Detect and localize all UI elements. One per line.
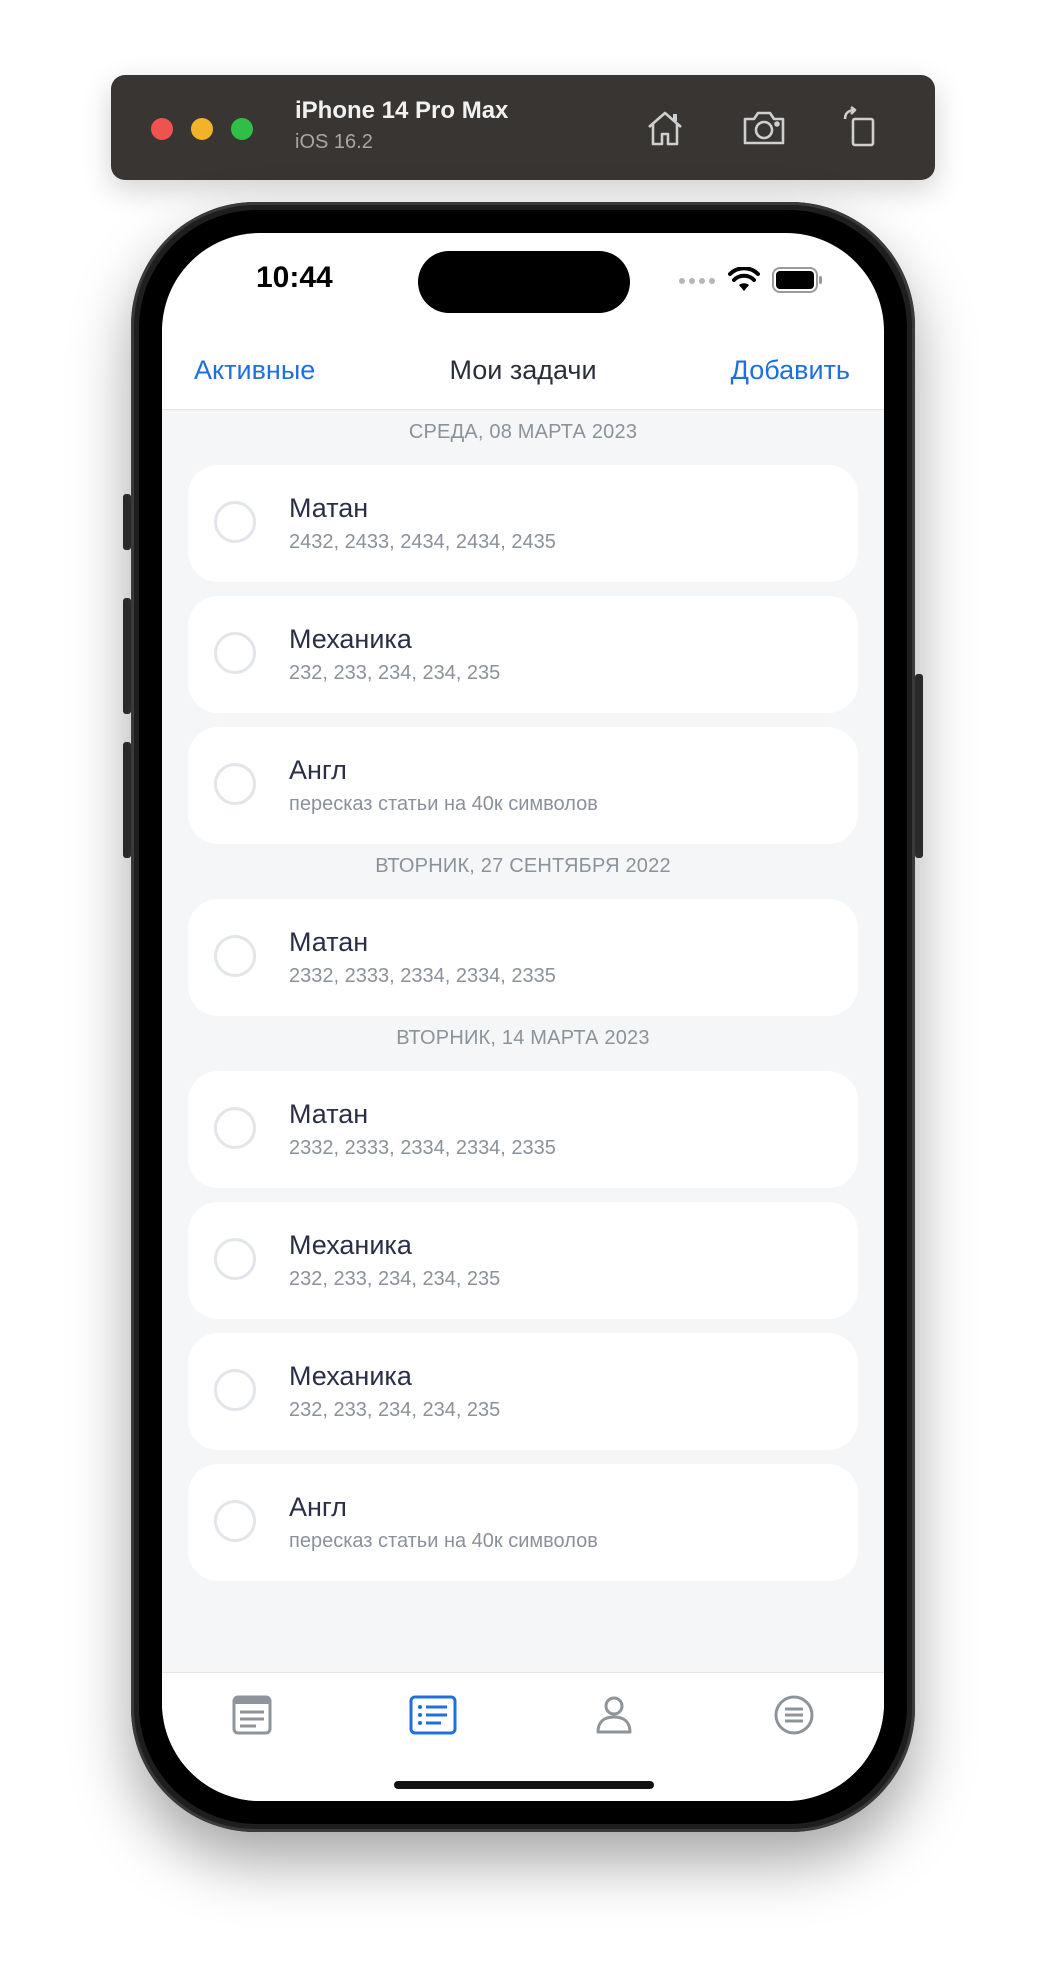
task-card[interactable]: Англ пересказ статьи на 40к символов — [188, 727, 858, 844]
dynamic-island — [418, 251, 630, 313]
screenshot-icon[interactable] — [741, 105, 787, 151]
minimize-window-button[interactable] — [191, 118, 213, 140]
section-header-mar-08: СРЕДА, 08 МАРТА 2023 — [408, 421, 638, 443]
section-header-sep-27: ВТОРНИК, 27 СЕНТЯБРЯ 2022 — [375, 855, 671, 877]
task-checkbox[interactable] — [214, 1238, 256, 1280]
task-checkbox[interactable] — [214, 501, 256, 543]
task-checkbox[interactable] — [214, 632, 256, 674]
task-title: Матан — [289, 1099, 369, 1129]
cellular-signal-icon — [678, 273, 716, 291]
task-card[interactable]: Механика 232, 233, 234, 234, 235 — [188, 1333, 858, 1450]
volume-down-button — [123, 742, 131, 858]
zoom-window-button[interactable] — [231, 118, 253, 140]
task-subtitle: пересказ статьи на 40к символов — [289, 1530, 598, 1552]
task-title: Механика — [289, 624, 412, 654]
menu-circle-icon — [774, 1695, 814, 1735]
task-subtitle: 2332, 2333, 2334, 2334, 2335 — [289, 1137, 556, 1159]
task-card[interactable]: Англ пересказ статьи на 40к символов — [188, 1464, 858, 1581]
navigation-bar: Активные Мои задачи Добавить — [162, 337, 884, 410]
task-subtitle: 232, 233, 234, 234, 235 — [289, 662, 501, 684]
task-card[interactable]: Матан 2332, 2333, 2334, 2334, 2335 — [188, 899, 858, 1016]
task-checkbox[interactable] — [214, 935, 256, 977]
task-subtitle: пересказ статьи на 40к символов — [289, 793, 598, 815]
task-card[interactable]: Механика 232, 233, 234, 234, 235 — [188, 596, 858, 713]
task-subtitle: 232, 233, 234, 234, 235 — [289, 1268, 501, 1290]
task-title: Англ — [289, 1492, 347, 1522]
task-card[interactable]: Матан 2332, 2333, 2334, 2334, 2335 — [188, 1071, 858, 1188]
wifi-icon — [728, 265, 760, 298]
close-window-button[interactable] — [151, 118, 173, 140]
mute-switch — [123, 494, 131, 550]
add-task-button[interactable]: Добавить — [731, 355, 850, 386]
task-subtitle: 232, 233, 234, 234, 235 — [289, 1399, 501, 1421]
tab-profile[interactable] — [584, 1685, 644, 1745]
tab-tasks[interactable] — [403, 1685, 463, 1745]
rotate-icon[interactable] — [837, 105, 883, 151]
task-title: Механика — [289, 1361, 412, 1391]
status-indicators — [678, 265, 824, 298]
home-icon[interactable] — [642, 105, 688, 151]
task-card[interactable]: Матан 2432, 2433, 2434, 2434, 2435 — [188, 465, 858, 582]
phone-screen: 10:44 Активные Мои задачи Добавить СРЕДА… — [162, 233, 884, 1801]
task-checkbox[interactable] — [214, 1107, 256, 1149]
task-checkbox[interactable] — [214, 1369, 256, 1411]
device-name: iPhone 14 Pro Max — [295, 97, 509, 124]
task-card[interactable]: Механика 232, 233, 234, 234, 235 — [188, 1202, 858, 1319]
task-title: Англ — [289, 755, 347, 785]
status-time: 10:44 — [256, 261, 333, 294]
task-list[interactable]: СРЕДА, 08 МАРТА 2023 Матан 2432, 2433, 2… — [162, 410, 884, 1672]
task-subtitle: 2332, 2333, 2334, 2334, 2335 — [289, 965, 556, 987]
power-button — [915, 674, 923, 858]
home-indicator[interactable] — [394, 1781, 654, 1789]
task-checkbox[interactable] — [214, 1500, 256, 1542]
simulator-title-bar: iPhone 14 Pro Max iOS 16.2 — [111, 75, 935, 180]
volume-up-button — [123, 598, 131, 714]
section-header-mar-14: ВТОРНИК, 14 МАРТА 2023 — [396, 1027, 650, 1049]
os-version: iOS 16.2 — [295, 131, 373, 153]
profile-icon — [596, 1696, 632, 1734]
tab-news[interactable] — [222, 1685, 282, 1745]
battery-icon — [772, 266, 824, 298]
news-icon — [232, 1695, 272, 1735]
task-title: Матан — [289, 493, 369, 523]
task-checkbox[interactable] — [214, 763, 256, 805]
task-title: Матан — [289, 927, 369, 957]
tab-menu[interactable] — [764, 1685, 824, 1745]
task-title: Механика — [289, 1230, 412, 1260]
task-subtitle: 2432, 2433, 2434, 2434, 2435 — [289, 531, 556, 553]
task-list-icon — [409, 1695, 457, 1735]
